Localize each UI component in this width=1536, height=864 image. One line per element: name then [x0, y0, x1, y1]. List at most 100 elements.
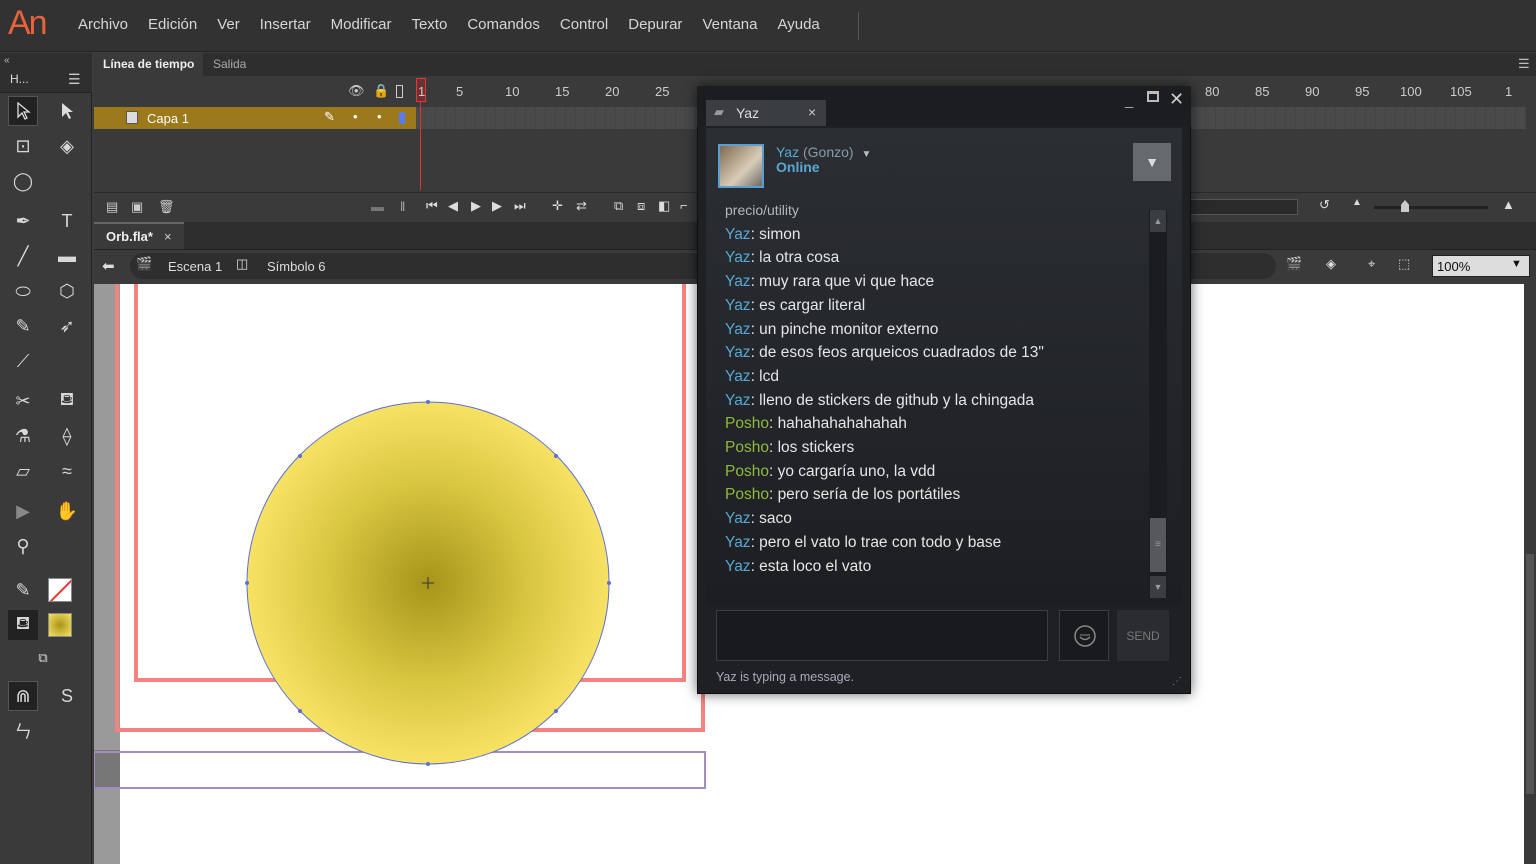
message-sender[interactable]: Yaz [725, 510, 751, 527]
selection-tool-icon[interactable] [8, 96, 38, 126]
visibility-dot[interactable]: • [353, 109, 358, 124]
scroll-down-icon[interactable]: ▼ [1150, 576, 1166, 598]
contact-name[interactable]: Yaz (Gonzo) ▼ [776, 144, 871, 160]
menu-item-insertar[interactable]: Insertar [250, 16, 321, 33]
layer-row[interactable]: Capa 1 ✎ • • [94, 107, 416, 129]
pen-tool-icon[interactable]: ✒ [8, 206, 38, 236]
stage-scrollbar[interactable] [1524, 284, 1536, 864]
layer-name[interactable]: Capa 1 [147, 111, 189, 126]
paint-brush-tool-icon[interactable]: ➶ [52, 311, 82, 341]
bone-tool-icon[interactable]: ✂ [8, 386, 38, 416]
message-input[interactable] [716, 610, 1048, 661]
step-forward-icon[interactable]: ▶ [492, 198, 502, 214]
scrollbar-thumb[interactable]: ≡ [1150, 518, 1166, 572]
menu-item-modificar[interactable]: Modificar [321, 16, 402, 33]
chat-tab[interactable]: ▰ Yaz × [706, 100, 826, 126]
brush-tool-icon[interactable]: ⟋ [8, 346, 38, 376]
modify-markers-icon[interactable]: ⌐ [680, 198, 688, 213]
straighten-icon[interactable]: ㄣ [8, 716, 38, 746]
stroke-color-icon[interactable]: ✎ [8, 575, 38, 605]
new-layer-icon[interactable]: ▤ [106, 199, 118, 215]
back-arrow-icon[interactable]: ⬅ [102, 257, 115, 275]
chat-options-button[interactable]: ▼ [1133, 143, 1171, 181]
go-first-icon[interactable]: ⏮ [426, 198, 438, 214]
paint-bucket-tool-icon[interactable]: ⛾ [52, 386, 82, 416]
ink-bottle-tool-icon[interactable]: ⚗ [8, 421, 38, 451]
onion-outline-icon[interactable]: ⧈ [637, 198, 645, 214]
close-icon[interactable]: × [808, 104, 816, 120]
edit-scene-icon[interactable]: 🎬 [1286, 256, 1302, 272]
edit-multiple-icon[interactable]: ◧ [658, 198, 670, 214]
symbol-link[interactable]: Símbolo 6 [267, 259, 326, 274]
slider-thumb[interactable] [1401, 200, 1409, 212]
menu-item-ventana[interactable]: Ventana [692, 16, 767, 33]
line-tool-icon[interactable]: ╱ [8, 241, 38, 271]
avatar[interactable] [718, 144, 764, 188]
3d-rotation-tool-icon[interactable]: ◈ [52, 131, 82, 161]
show-hide-icon[interactable]: 👁 [348, 83, 365, 99]
lock-dot[interactable]: • [377, 109, 382, 124]
camera-icon[interactable]: ▬ [371, 199, 384, 214]
new-folder-icon[interactable]: ▣ [131, 199, 143, 215]
lock-icon[interactable]: 🔒 [373, 83, 389, 99]
fill-color-swatch[interactable] [48, 613, 72, 637]
message-sender[interactable]: Yaz [725, 534, 751, 551]
resize-grip-icon[interactable]: ⋰ [1172, 676, 1182, 687]
close-icon[interactable]: × [164, 229, 172, 244]
scroll-up-icon[interactable]: ▲ [1150, 210, 1166, 232]
lasso-tool-icon[interactable]: ◯ [8, 166, 38, 196]
zoom-tool-icon[interactable]: ⚲ [8, 531, 38, 561]
pencil-tool-icon[interactable]: ✎ [8, 311, 38, 341]
maximize-icon[interactable] [1147, 91, 1159, 102]
menu-item-control[interactable]: Control [550, 16, 618, 33]
stroke-color-swatch[interactable] [48, 578, 72, 602]
message-sender[interactable]: Yaz [725, 249, 751, 266]
frame-scrollbar[interactable] [1188, 199, 1298, 215]
frame-size-slider[interactable] [1374, 206, 1488, 209]
message-sender[interactable]: Yaz [725, 558, 751, 575]
message-sender[interactable]: Yaz [725, 226, 751, 243]
tab-timeline[interactable]: Línea de tiempo [94, 53, 204, 76]
clip-icon[interactable]: ⬚ [1398, 256, 1410, 272]
play-icon[interactable]: ▶ [471, 198, 481, 214]
smooth-icon[interactable]: S [52, 681, 82, 711]
message-sender[interactable]: Posho [725, 415, 769, 432]
text-tool-icon[interactable]: T [52, 206, 82, 236]
message-sender[interactable]: Yaz [725, 273, 751, 290]
camera-tool-icon[interactable]: ▶ [8, 496, 38, 526]
emoticon-button[interactable] [1059, 610, 1109, 661]
go-last-icon[interactable]: ⏭ [514, 198, 526, 214]
delete-icon[interactable]: 🗑 [158, 199, 175, 215]
zoom-select[interactable]: 100% ▼ [1432, 255, 1530, 277]
panel-menu-icon[interactable]: ☰ [68, 71, 81, 88]
eyedropper-tool-icon[interactable]: ⟠ [52, 421, 82, 451]
scene-link[interactable]: Escena 1 [168, 259, 222, 274]
onion-skin-icon[interactable]: ⧉ [614, 198, 623, 214]
tab-output[interactable]: Salida [204, 53, 255, 76]
fill-color-icon[interactable]: ⛾ [8, 610, 38, 640]
message-sender[interactable]: Yaz [725, 321, 751, 338]
menu-item-ayuda[interactable]: Ayuda [768, 16, 830, 33]
width-tool-icon[interactable]: ≈ [52, 456, 82, 486]
chevron-down-icon[interactable]: ▼ [861, 149, 871, 160]
hand-tool-icon[interactable]: ✋ [52, 496, 82, 526]
collapse-icon[interactable]: « [4, 55, 10, 66]
outline-icon[interactable] [396, 85, 403, 98]
message-sender[interactable]: Yaz [725, 392, 751, 409]
free-transform-tool-icon[interactable]: ⊡ [8, 131, 38, 161]
layer-color-swatch[interactable] [399, 112, 405, 124]
menu-item-edición[interactable]: Edición [138, 16, 207, 33]
eraser-tool-icon[interactable]: ▱ [8, 456, 38, 486]
menu-item-depurar[interactable]: Depurar [618, 16, 692, 33]
document-tab[interactable]: Orb.fla* × [94, 222, 184, 249]
message-sender[interactable]: Posho [725, 439, 769, 456]
close-icon[interactable]: ✕ [1169, 89, 1184, 110]
message-sender[interactable]: Posho [725, 486, 769, 503]
message-sender[interactable]: Yaz [725, 344, 751, 361]
chat-scrollbar[interactable]: ▲ ≡ ▼ [1149, 210, 1167, 598]
menu-item-ver[interactable]: Ver [207, 16, 250, 33]
scrollbar-thumb[interactable] [1526, 554, 1534, 794]
menu-item-texto[interactable]: Texto [401, 16, 457, 33]
step-back-icon[interactable]: ◀ [448, 198, 458, 214]
playhead[interactable] [416, 78, 426, 190]
